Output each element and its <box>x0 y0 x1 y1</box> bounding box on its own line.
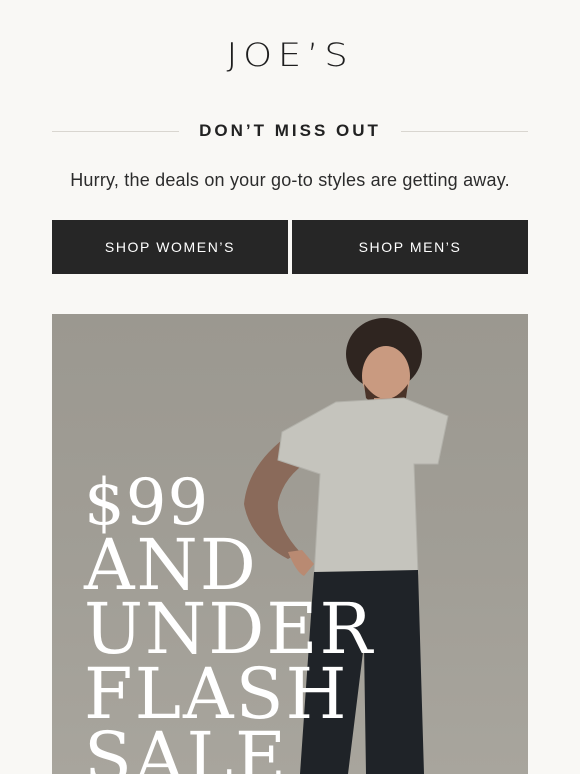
headline-row: DON’T MISS OUT <box>52 119 528 143</box>
hero-banner[interactable]: $99 AND UNDER FLASH SALE <box>52 314 528 774</box>
brand-logo[interactable]: JOE’S <box>0 36 580 74</box>
promo-subtext: Hurry, the deals on your go-to styles ar… <box>70 170 510 190</box>
shop-mens-button[interactable]: SHOP MEN’S <box>292 220 528 274</box>
divider-right <box>400 130 528 132</box>
divider-left <box>52 130 180 132</box>
promo-line-under: UNDER <box>84 588 375 671</box>
headline: DON’T MISS OUT <box>199 121 381 140</box>
shop-womens-button[interactable]: SHOP WOMEN’S <box>52 220 288 274</box>
promo-text: $99 AND UNDER FLASH SALE <box>84 471 375 774</box>
